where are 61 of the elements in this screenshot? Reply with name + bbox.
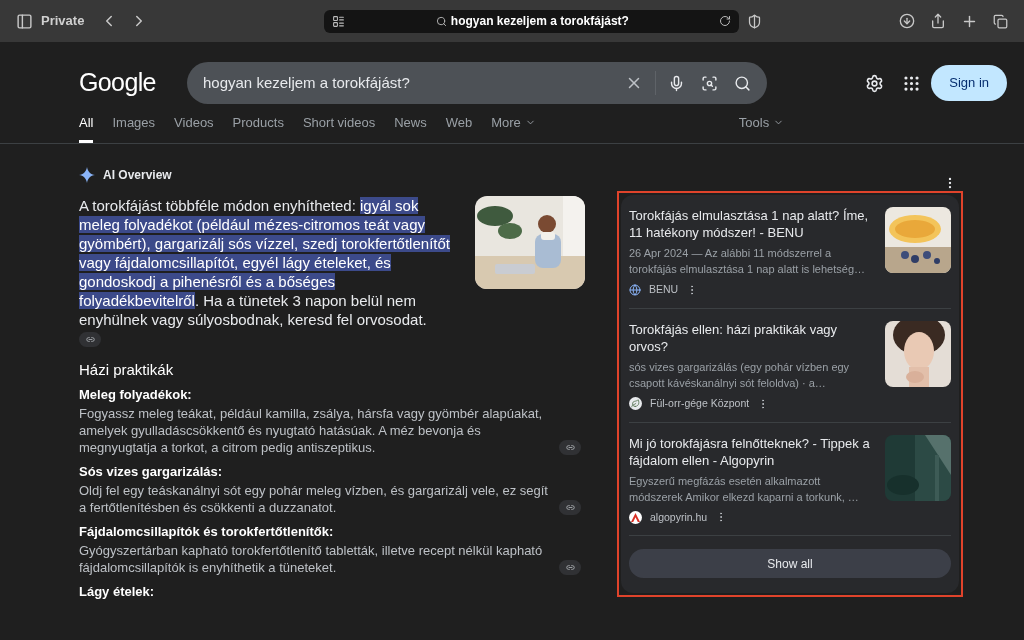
ai-overview-title: AI Overview	[103, 167, 172, 184]
globe-icon	[629, 283, 641, 296]
tip-heading: Sós vizes gargarizálás:	[79, 463, 224, 480]
address-text: hogyan kezeljem a torokfájást?	[450, 13, 629, 30]
source-snippet: sós vizes gargarizálás (egy pohár vízben egy csapott kávéskanálnyi sót feloldva) · a…	[629, 359, 851, 391]
search-tab[interactable]: Short videos	[302, 112, 376, 143]
sparkle-icon	[79, 167, 95, 183]
search-icon[interactable]	[734, 74, 751, 92]
tools-button[interactable]: Tools	[738, 112, 785, 143]
link-chip[interactable]	[559, 500, 581, 515]
google-logo[interactable]: Google	[79, 64, 187, 102]
tabs-overview-icon[interactable]	[993, 13, 1008, 29]
search-tab[interactable]: Web	[445, 112, 473, 143]
shield-icon[interactable]	[747, 13, 763, 29]
search-field[interactable]: hogyan kezeljem a torokfájást?	[187, 62, 767, 104]
page-menu-icon[interactable]	[332, 14, 346, 28]
link-chip[interactable]	[79, 332, 101, 347]
link-icon	[565, 563, 575, 572]
source-site: algopyrin.hu	[650, 509, 708, 525]
source-title[interactable]: Torokfájás elmulasztása 1 nap alatt? Íme, 11 hatékony módszer! - BENU	[629, 207, 877, 241]
microphone-icon[interactable]	[668, 74, 685, 92]
tip-heading: Lágy ételek:	[79, 583, 156, 600]
tip-text: Gyógyszertárban kapható torokfertőtlenítő tabletták, illetve recept nélkül kapható fájdalomcsillapítók is enyhíthetik a tüneteket.	[79, 542, 544, 576]
tip-heading: Fájdalomcsillapítók és torokfertőtlenítők:	[79, 523, 335, 540]
search-tab[interactable]: All	[79, 112, 94, 143]
overview-paragraph: A torokfájást többféle módon enyhítheted: igyál sok meleg folyadékot (például mézes-citromos teát vagy gyömbért), gargarizálj sós vízzel, szedj torokfertőtlenítőt vagy fájdalomcsillapítót, egyél lágy ételeket, és gondoskodj a pihenésről és a bőséges folyadékbevitelről. Ha a tünetek 3 napon belül nem enyhülnek vagy súlyosbodnak, keresd fel orvosodat.	[79, 196, 451, 329]
settings-icon[interactable]	[865, 73, 885, 93]
link-icon	[565, 503, 575, 512]
source-site: Fül-orr-gége Központ	[650, 395, 750, 411]
search-tab[interactable]: Videos	[174, 112, 214, 143]
leaf-icon	[629, 397, 642, 411]
search-tab[interactable]: Products	[232, 112, 284, 143]
search-icon	[435, 15, 447, 27]
tip-heading: Meleg folyadékok:	[79, 386, 193, 403]
source-snippet: Egyszerű megfázás esetén alkalmazott módszerek Amikor elkezd kaparni a torkunk, …	[629, 473, 860, 505]
sign-in-button[interactable]: Sign in	[931, 65, 1007, 101]
lens-icon[interactable]	[701, 74, 718, 92]
link-icon	[85, 335, 95, 344]
link-chip[interactable]	[559, 560, 581, 575]
search-tab[interactable]: More	[491, 112, 536, 143]
reload-icon[interactable]	[719, 15, 732, 27]
source-title[interactable]: Torokfájás ellen: házi praktikák vagy orvos?	[629, 320, 877, 355]
address-bar[interactable]: hogyan kezeljem a torokfájást?	[324, 9, 740, 33]
tip-text: Oldj fel egy teáskanálnyi sót egy pohár meleg vízben, és gargarizálj vele, ez segít a fertőtlenítésben és csökkenti a duzzanatot.	[79, 482, 549, 516]
download-icon[interactable]	[899, 13, 915, 29]
share-icon[interactable]	[930, 13, 946, 29]
search-tab[interactable]: Images	[112, 112, 156, 143]
sidebar-icon[interactable]	[16, 12, 33, 30]
apps-icon[interactable]	[902, 73, 922, 93]
search-query: hogyan kezeljem a torokfájást?	[203, 72, 411, 93]
show-all-button[interactable]: Show all	[629, 549, 951, 579]
tip-text: Fogyassz meleg teákat, például kamilla, zsálya, hársfa vagy gyömbér alapúakat, amelyek gyulladáscsökkentő és nyugtató hatásúak. A méz bevonja és megnyugtatja a torkot, a citrom pedig antiszeptikus.	[79, 405, 544, 456]
search-tab[interactable]: News	[394, 112, 427, 143]
source-title[interactable]: Mi jó torokfájásra felnőtteknek? - Tippek a fájdalom ellen - Algopyrin	[629, 434, 877, 469]
source-site: BENU	[649, 282, 679, 297]
private-label: Private	[41, 12, 85, 31]
triangle-logo-icon	[629, 510, 642, 524]
source-snippet: 26 Apr 2024 — Az alábbi 11 módszerrel a torokfájás elmulasztása 1 nap alatt is lehetség…	[629, 246, 867, 277]
link-icon	[565, 443, 575, 452]
section-title: Házi praktikák	[79, 361, 175, 379]
link-chip[interactable]	[559, 440, 581, 455]
